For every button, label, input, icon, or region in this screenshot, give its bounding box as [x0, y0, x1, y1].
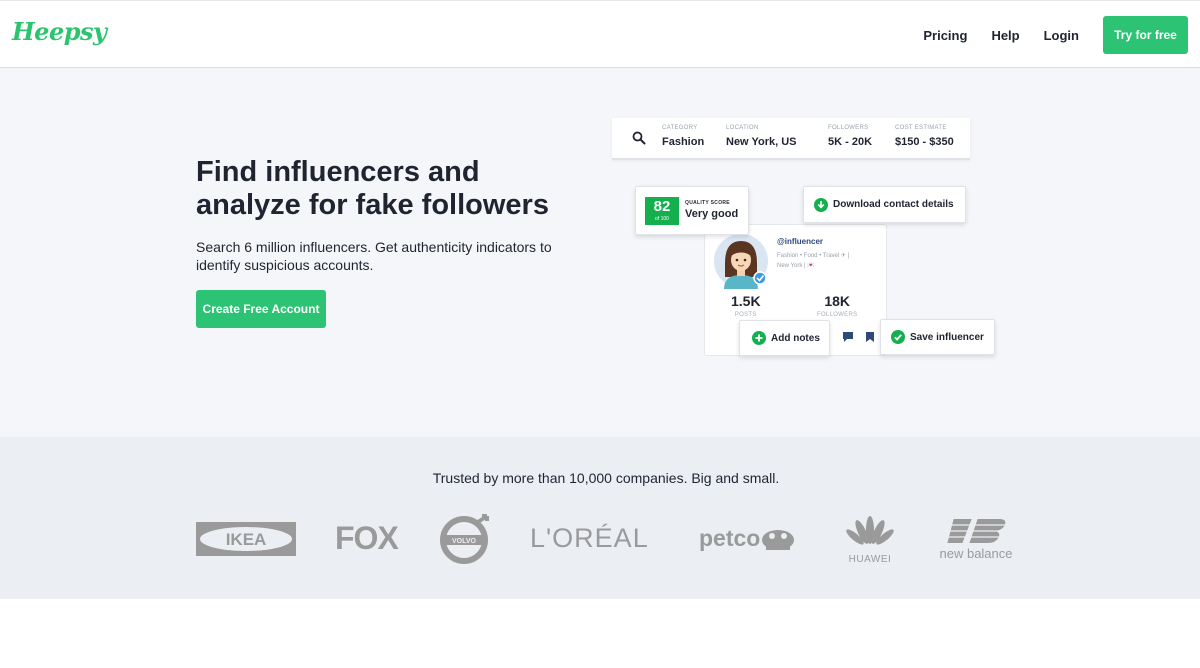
download-icon — [814, 197, 828, 212]
trusted-text: Trusted by more than 10,000 companies. B… — [432, 470, 780, 486]
category-label: CATEGORY — [662, 125, 698, 131]
followers-count: 18K — [824, 293, 851, 309]
bookmark-icon[interactable] — [864, 331, 876, 343]
add-notes-bubble[interactable]: Add notes — [739, 320, 830, 356]
quality-score-of: of 100 — [655, 216, 669, 222]
bio-line-2: New York | 💌 — [777, 263, 815, 269]
site-header: Heepsy Pricing Help Login Try for free — [0, 0, 1200, 68]
posts-label: POSTS — [734, 312, 757, 318]
huawei-logo: HUAWEI — [843, 514, 897, 565]
followers-label: FOLLOWERS — [828, 125, 869, 131]
influencer-bio: Fashion • Food • Travel ✈ | New York | 💌 — [777, 251, 881, 271]
new-balance-text: new balance — [940, 546, 1013, 561]
category-field: CATEGORY Fashion — [662, 125, 704, 148]
nav-help[interactable]: Help — [991, 28, 1019, 43]
hero-subtitle: Search 6 million influencers. Get authen… — [196, 239, 552, 273]
volvo-logo: VOLVO — [440, 514, 492, 564]
quality-score-label: QUALITY SCORE — [685, 200, 730, 206]
influencer-handle[interactable]: @influencer — [777, 237, 823, 246]
comment-icon[interactable] — [842, 331, 854, 343]
ikea-text: IKEA — [226, 530, 267, 549]
loreal-logo: L'ORÉAL — [530, 523, 649, 553]
cost-value: $150 - $350 — [895, 136, 954, 148]
save-influencer-bubble[interactable]: Save influencer — [880, 319, 995, 355]
petco-text: petco — [699, 525, 761, 551]
location-label: LOCATION — [726, 125, 759, 131]
influencer-avatar — [714, 234, 768, 289]
category-value: Fashion — [662, 136, 705, 148]
ikea-logo: IKEA — [196, 522, 296, 556]
nav-pricing[interactable]: Pricing — [923, 28, 967, 43]
check-circle-icon — [891, 330, 905, 344]
download-contact-bubble[interactable]: Download contact details — [803, 186, 966, 223]
quality-score-number: 82 — [653, 198, 671, 215]
add-notes-label: Add notes — [771, 332, 820, 344]
heepsy-logo[interactable]: Heepsy — [12, 17, 107, 46]
search-icon — [632, 131, 646, 145]
quality-score-value: Very good — [685, 208, 739, 220]
new-balance-logo: new balance — [934, 517, 1018, 561]
download-contact-label: Download contact details — [833, 199, 954, 210]
followers-count-label: FOLLOWERS — [817, 312, 858, 318]
volvo-text: VOLVO — [452, 538, 477, 545]
posts-stat: 1.5K POSTS — [731, 293, 761, 318]
followers-stat: 18K FOLLOWERS — [817, 293, 857, 318]
location-value: New York, US — [726, 136, 797, 148]
hero-title: Find influencers and analyze for fake fo… — [196, 156, 549, 221]
huawei-text: HUAWEI — [849, 554, 892, 564]
location-field: LOCATION New York, US — [726, 125, 797, 148]
bio-line-1: Fashion • Food • Travel ✈ | — [777, 253, 850, 259]
fox-logo: FOX — [335, 520, 399, 556]
cost-label: COST ESTIMATE — [895, 125, 947, 131]
search-filter-card: CATEGORY Fashion LOCATION New York, US F… — [612, 118, 970, 160]
followers-field: FOLLOWERS 5K - 20K — [828, 125, 872, 148]
cost-field: COST ESTIMATE $150 - $350 — [895, 125, 954, 148]
quality-score-bubble: 82 of 100 QUALITY SCORE Very good — [635, 186, 749, 235]
nav-login[interactable]: Login — [1044, 28, 1079, 43]
petco-logo: petco — [699, 525, 796, 552]
petco-mascot-icon — [762, 529, 795, 550]
trusted-section: Trusted by more than 10,000 companies. B… — [0, 437, 1200, 599]
plus-circle-icon — [752, 331, 766, 345]
main-nav: Pricing Help Login Try for free — [923, 1, 1200, 69]
save-influencer-label: Save influencer — [910, 331, 984, 343]
posts-value: 1.5K — [731, 293, 761, 309]
quality-score-badge: 82 of 100 — [645, 197, 679, 225]
try-for-free-button[interactable]: Try for free — [1103, 16, 1188, 54]
hero-section: Find influencers and analyze for fake fo… — [0, 68, 1200, 437]
create-free-account-button[interactable]: Create Free Account — [196, 290, 326, 328]
followers-value: 5K - 20K — [828, 136, 873, 148]
